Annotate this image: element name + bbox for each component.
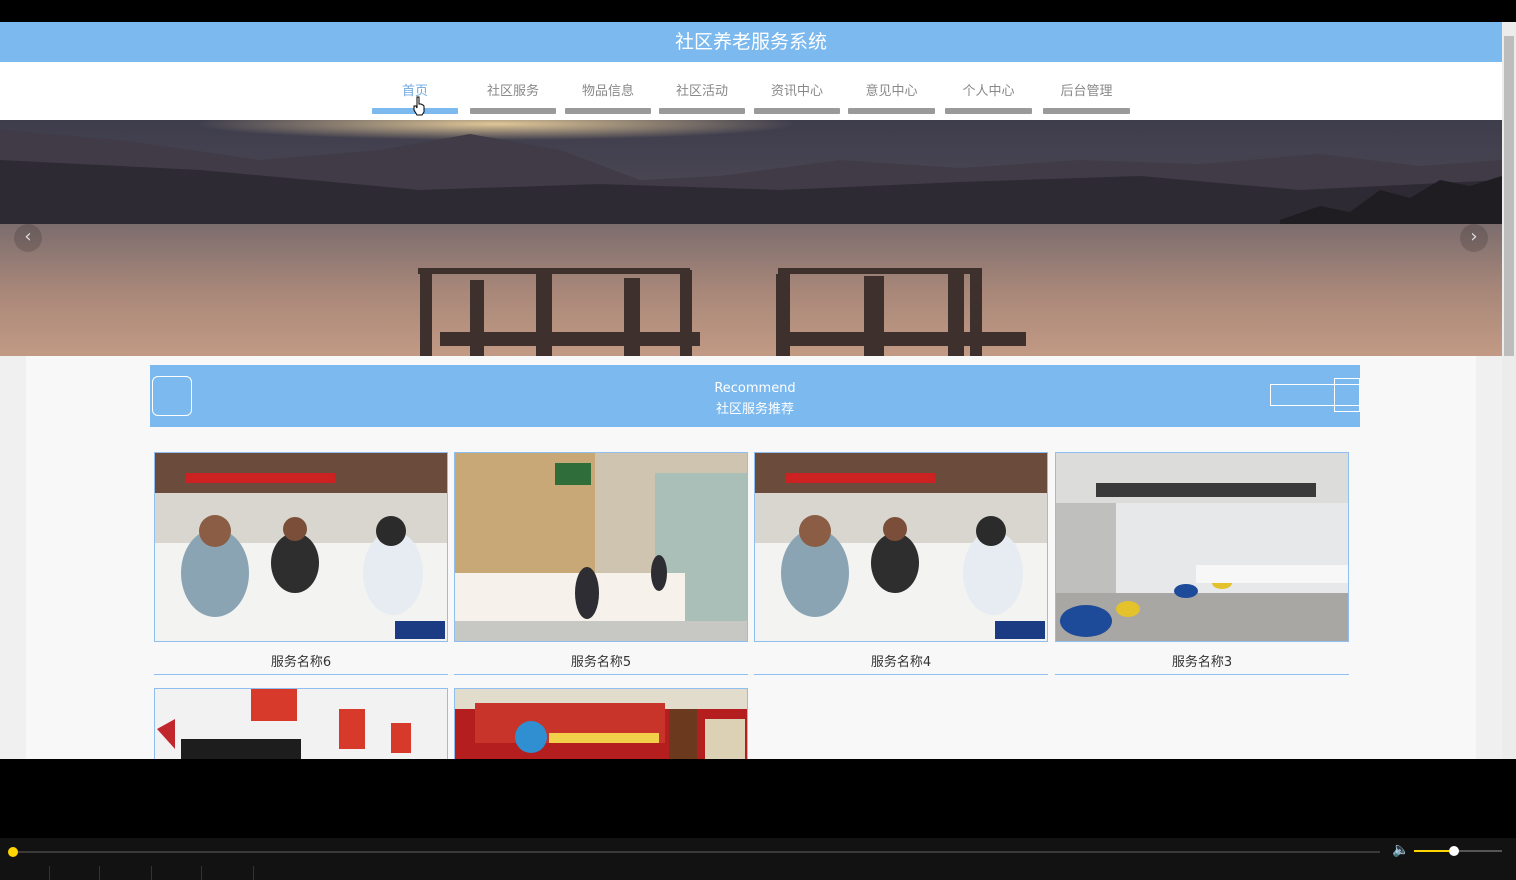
banner-lake-image <box>0 120 1502 356</box>
taskbar-segment[interactable] <box>204 866 254 880</box>
service-card-image[interactable] <box>1055 452 1349 642</box>
site-title: 社区养老服务系统 <box>0 22 1502 62</box>
nav-item-label: 后台管理 <box>1060 84 1113 99</box>
service-card-name[interactable]: 服务名称5 <box>454 651 748 670</box>
service-card-name[interactable]: 服务名称6 <box>154 651 448 670</box>
card-divider <box>154 674 448 675</box>
nav-item-label: 意见中心 <box>865 84 918 99</box>
nav-item-personal-center[interactable]: 个人中心 <box>945 62 1032 114</box>
card-divider <box>754 674 1048 675</box>
nav-item-underline <box>470 108 556 114</box>
nav-item-label: 首页 <box>401 84 428 99</box>
recommend-title-en: Recommend <box>714 381 796 396</box>
chevron-left-icon: ‹ <box>24 226 32 247</box>
media-player-bar: 🔈 <box>0 838 1516 880</box>
carousel-next-button[interactable]: › <box>1460 224 1488 252</box>
nav-item-underline <box>848 108 935 114</box>
browser-viewport: 社区养老服务系统 首页 社区服务 物品信息 社区活动 资讯中心 意见中心 个人中… <box>0 22 1516 759</box>
nav-item-label: 社区活动 <box>675 84 728 99</box>
service-card-image[interactable] <box>154 688 448 759</box>
service-card-image[interactable] <box>154 452 448 642</box>
nav-item-label: 物品信息 <box>581 84 634 99</box>
volume-handle[interactable] <box>1448 846 1459 856</box>
card-divider <box>454 674 748 675</box>
nav-item-label: 资讯中心 <box>770 84 823 99</box>
seek-handle[interactable] <box>8 847 18 857</box>
carousel-prev-button[interactable]: ‹ <box>14 224 42 252</box>
nav-item-underline <box>565 108 651 114</box>
nav-item-news-center[interactable]: 资讯中心 <box>754 62 840 114</box>
banner-carousel[interactable]: ‹ › <box>0 120 1502 356</box>
scrollbar-thumb[interactable] <box>1504 36 1514 356</box>
main-nav: 首页 社区服务 物品信息 社区活动 资讯中心 意见中心 个人中心 后台管理 <box>0 62 1502 120</box>
chevron-right-icon: › <box>1470 226 1478 247</box>
service-card-name[interactable]: 服务名称4 <box>754 651 1048 670</box>
nav-item-goods-info[interactable]: 物品信息 <box>565 62 651 114</box>
nav-item-underline <box>945 108 1032 114</box>
service-card-image[interactable] <box>454 452 748 642</box>
service-card-image[interactable] <box>454 688 748 759</box>
nav-item-community-service[interactable]: 社区服务 <box>470 62 556 114</box>
service-card-image[interactable] <box>754 452 1048 642</box>
taskbar-segment[interactable] <box>50 866 100 880</box>
volume-slider[interactable] <box>1414 846 1502 856</box>
recommend-title-cn: 社区服务推荐 <box>715 402 794 417</box>
page-scrollbar[interactable] <box>1502 22 1516 759</box>
service-card-name[interactable]: 服务名称3 <box>1055 651 1349 670</box>
nav-item-label: 个人中心 <box>962 84 1015 99</box>
speaker-icon[interactable]: 🔈 <box>1392 842 1409 858</box>
card-divider <box>1055 674 1349 675</box>
taskbar-segments <box>0 866 260 880</box>
taskbar-segment[interactable] <box>0 866 50 880</box>
nav-item-underline <box>1043 108 1130 114</box>
nav-item-community-activity[interactable]: 社区活动 <box>659 62 745 114</box>
nav-item-label: 社区服务 <box>486 84 539 99</box>
seek-bar[interactable] <box>14 851 1380 853</box>
nav-item-underline <box>659 108 745 114</box>
hand-cursor-icon <box>413 96 425 116</box>
taskbar-segment[interactable] <box>102 866 152 880</box>
recommend-header: Recommend 社区服务推荐 <box>150 365 1360 427</box>
taskbar-segment[interactable] <box>152 866 202 880</box>
nav-item-underline <box>754 108 840 114</box>
volume-fill <box>1414 850 1454 852</box>
decor-box-right-inner <box>1334 378 1360 412</box>
nav-item-admin[interactable]: 后台管理 <box>1043 62 1130 114</box>
nav-item-feedback-center[interactable]: 意见中心 <box>848 62 935 114</box>
